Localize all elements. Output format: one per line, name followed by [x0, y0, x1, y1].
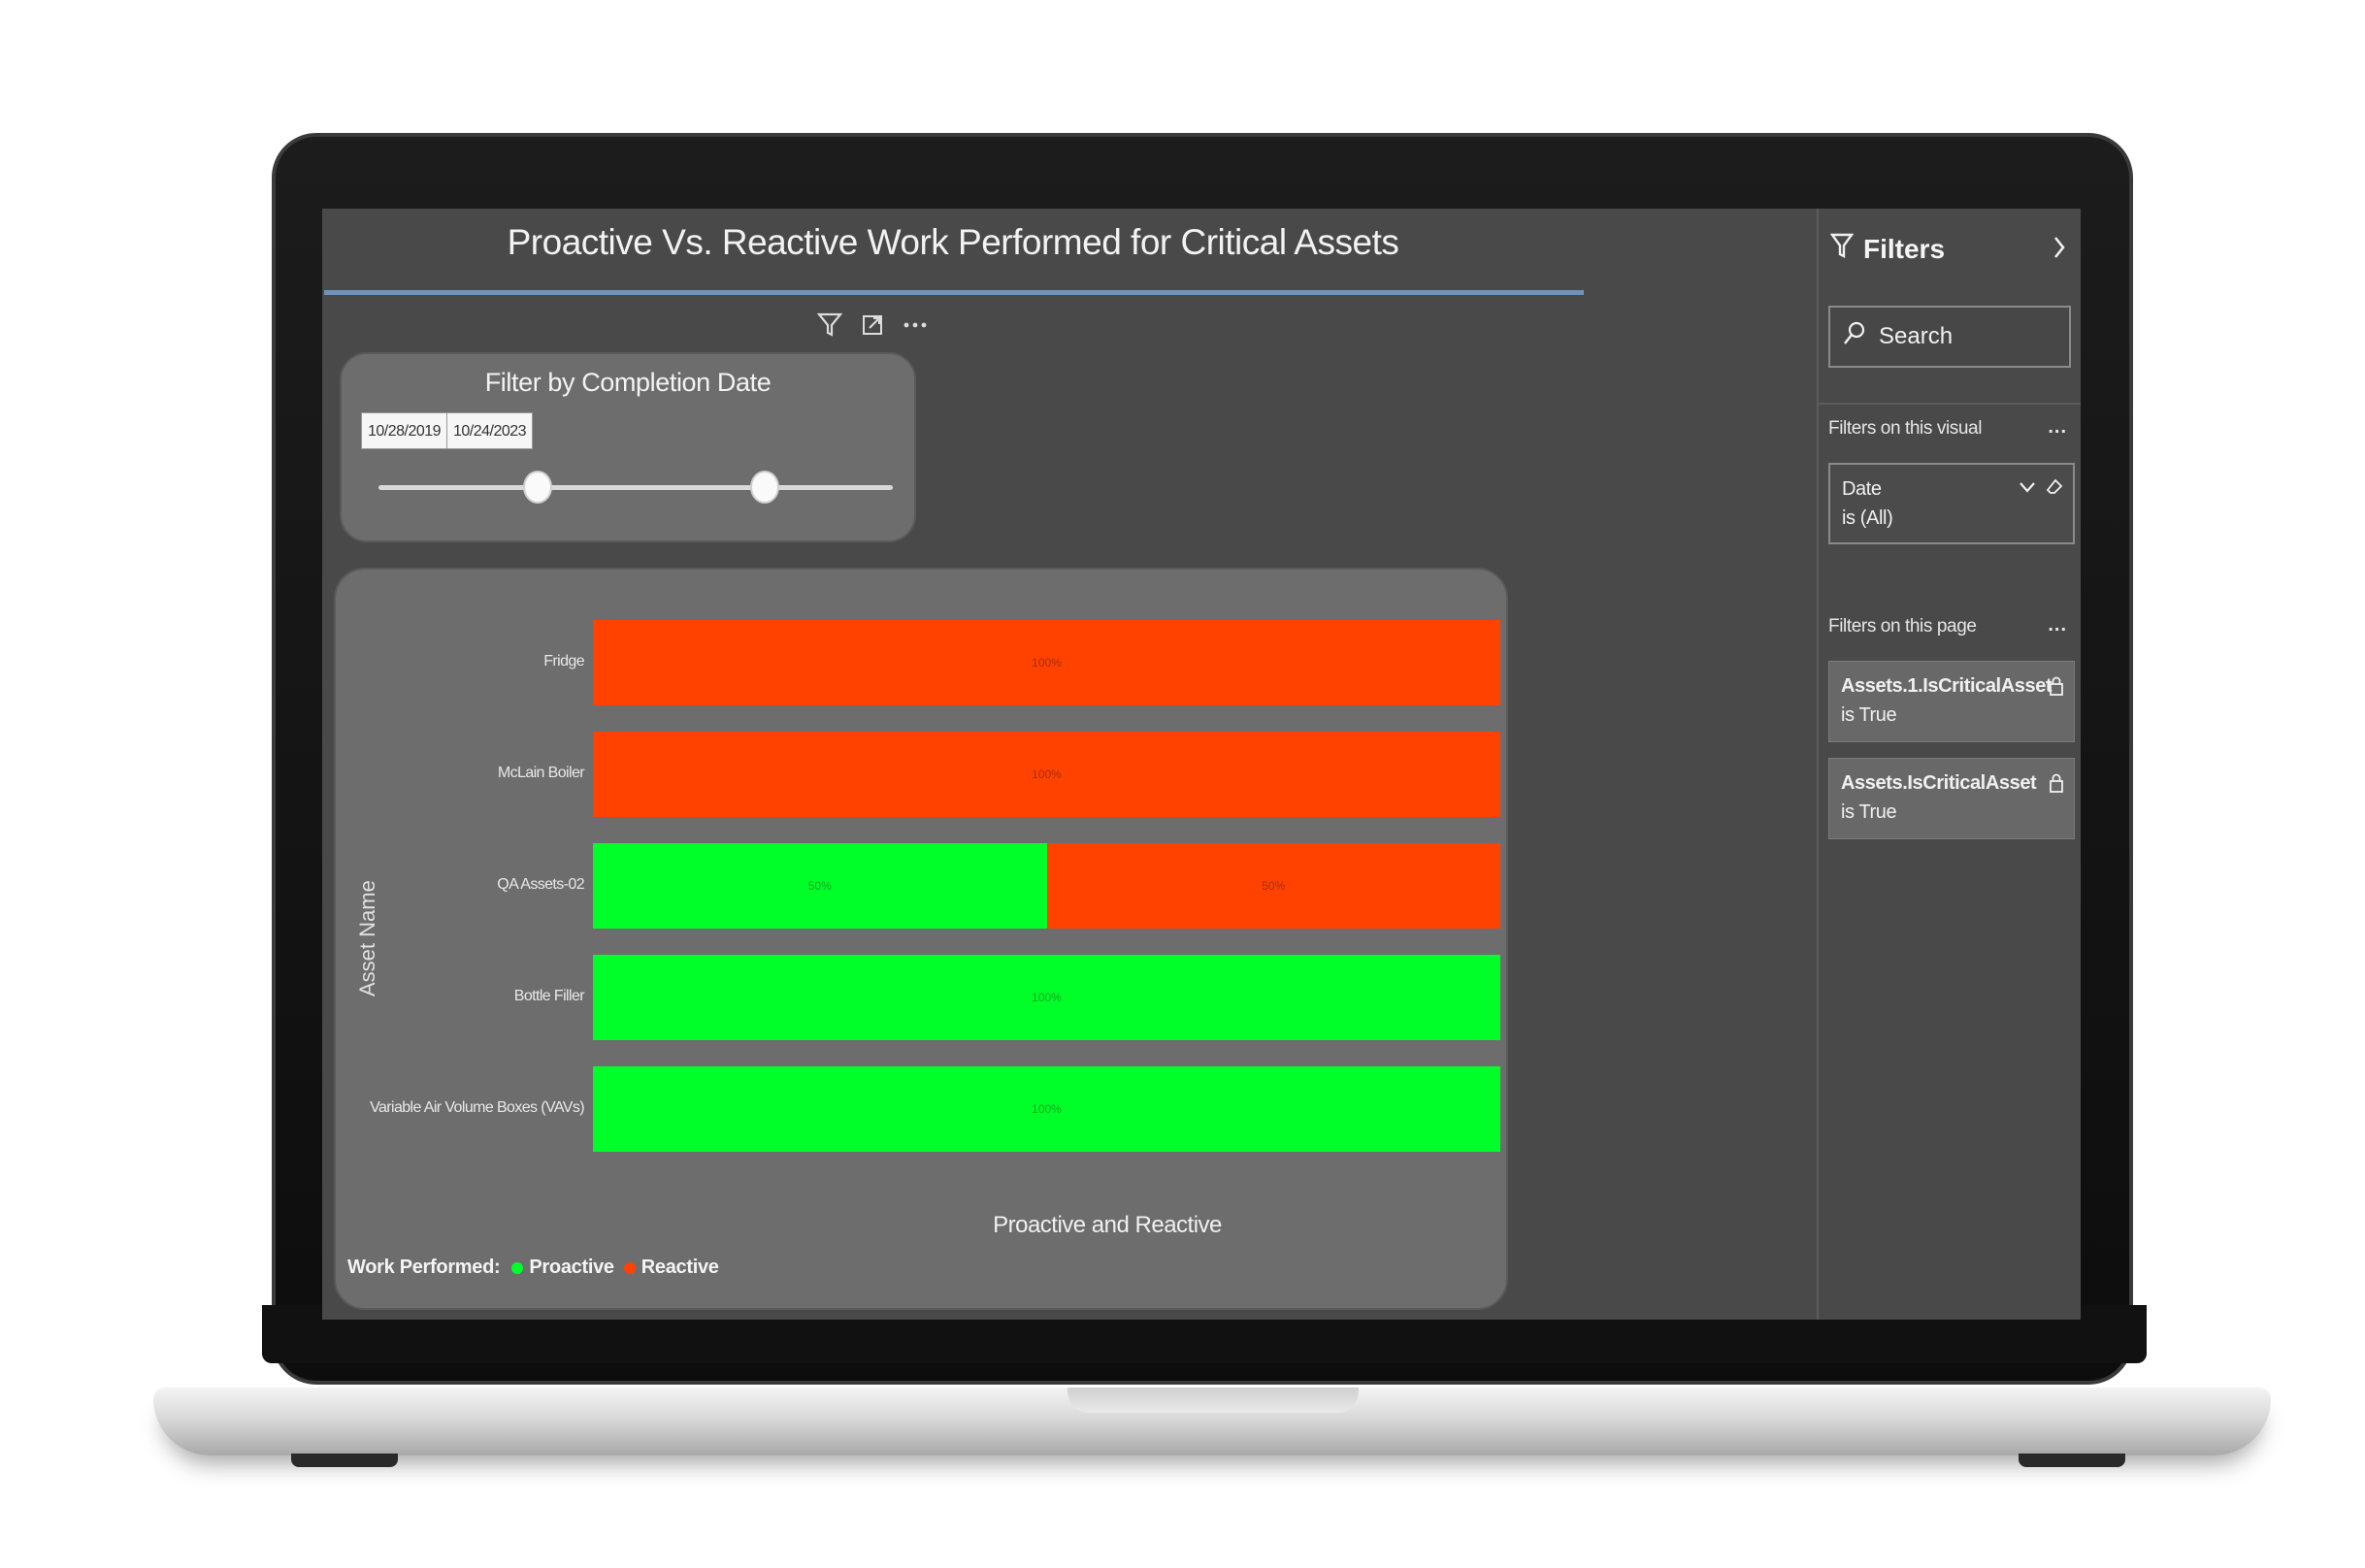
legend-title: Work Performed:: [347, 1257, 501, 1278]
filter-icon[interactable]: [815, 310, 844, 341]
chevron-down-icon[interactable]: [2019, 478, 2036, 502]
x-axis-title: Proactive and Reactive: [993, 1212, 1222, 1238]
legend-proactive-label[interactable]: Proactive: [529, 1257, 614, 1279]
page-filter-card-assets-iscriticalasset[interactable]: Assets.IsCriticalAsset is True: [1828, 758, 2075, 839]
lock-icon: [2049, 675, 2064, 702]
category-label: QA Assets-02: [497, 876, 584, 893]
y-axis-title: Asset Name: [355, 880, 379, 996]
category-label: Fridge: [543, 653, 584, 670]
filters-on-page-more[interactable]: ...: [2048, 614, 2067, 637]
laptop-opening-notch: [1068, 1388, 1359, 1413]
filters-search-input[interactable]: Search: [1828, 306, 2071, 368]
report-canvas: Proactive Vs. Reactive Work Performed fo…: [322, 209, 1817, 1320]
category-label: Bottle Filler: [513, 988, 585, 1004]
bar-segment-proactive[interactable]: 100%: [593, 955, 1500, 1040]
legend-proactive-dot: [511, 1261, 524, 1274]
bar-segment-reactive[interactable]: 100%: [593, 620, 1500, 705]
filters-on-visual-more[interactable]: ...: [2048, 416, 2067, 439]
lock-icon: [2049, 772, 2064, 800]
laptop-screen: Proactive Vs. Reactive Work Performed fo…: [322, 209, 2081, 1320]
filter-field-name: Assets.IsCriticalAsset: [1841, 772, 2037, 794]
page-filter-card-assets-1-iscriticalasset[interactable]: Assets.1.IsCriticalAsset is True: [1828, 661, 2075, 742]
legend-reactive-dot: [623, 1261, 636, 1274]
filter-field-value: is (All): [1842, 507, 1893, 529]
filter-field-name: Assets.1.IsCriticalAsset: [1841, 675, 2053, 697]
laptop-foot-right: [2019, 1454, 2125, 1467]
bar-segment-proactive[interactable]: 100%: [593, 1066, 1500, 1152]
filter-field-value: is True: [1841, 801, 1897, 823]
filters-title: Filters: [1863, 233, 1946, 264]
slider-track[interactable]: [378, 485, 893, 490]
slicer-title: Filter by Completion Date: [484, 368, 772, 397]
pane-divider: [1819, 403, 2081, 405]
category-label: Variable Air Volume Boxes (VAVs): [370, 1099, 585, 1116]
visual-header: [815, 306, 930, 344]
filter-field-value: is True: [1841, 704, 1897, 726]
laptop-foot-left: [291, 1454, 398, 1467]
visual-filter-card-date[interactable]: Date is (All): [1828, 463, 2075, 544]
date-range-slicer: Filter by Completion Date 10/28/2019 10/…: [340, 352, 916, 542]
legend-reactive-label[interactable]: Reactive: [641, 1257, 719, 1279]
category-label: McLain Boiler: [497, 765, 585, 781]
filter-icon: [1829, 232, 1855, 266]
chart-legend: Work Performed: Proactive Reactive: [347, 1257, 719, 1279]
search-placeholder: Search: [1879, 323, 1954, 349]
bar-segment-proactive[interactable]: 50%: [593, 843, 1047, 929]
filter-card-actions: [2049, 675, 2064, 702]
end-date-input[interactable]: 10/24/2023: [446, 412, 534, 449]
filters-pane: Filters Search Filters on this visual ..…: [1817, 209, 2081, 1320]
focus-mode-icon[interactable]: [858, 310, 887, 341]
filters-on-visual-title: Filters on this visual: [1828, 418, 1983, 439]
search-icon: [1842, 320, 1867, 354]
stacked-bar-chart: Asset Name Fridge 100% McLain Boiler 100% QA…: [334, 568, 1508, 1310]
report-title: Proactive Vs. Reactive Work Performed fo…: [507, 222, 1399, 262]
clear-filter-eraser-icon[interactable]: [2046, 478, 2063, 502]
filter-card-actions: [2019, 478, 2063, 502]
bar-segment-reactive[interactable]: 50%: [1046, 843, 1500, 929]
filters-header: Filters: [1829, 232, 1946, 266]
start-date-input[interactable]: 10/28/2019: [361, 412, 448, 449]
bar-segment-reactive[interactable]: 100%: [593, 732, 1500, 817]
title-underline: [324, 290, 1584, 295]
filter-card-actions: [2049, 772, 2064, 800]
more-options-icon[interactable]: [901, 310, 930, 341]
slider-start-handle[interactable]: [523, 471, 553, 504]
filters-on-page-title: Filters on this page: [1828, 616, 1977, 637]
collapse-pane-icon[interactable]: [2052, 234, 2067, 266]
slider-end-handle[interactable]: [749, 471, 779, 504]
